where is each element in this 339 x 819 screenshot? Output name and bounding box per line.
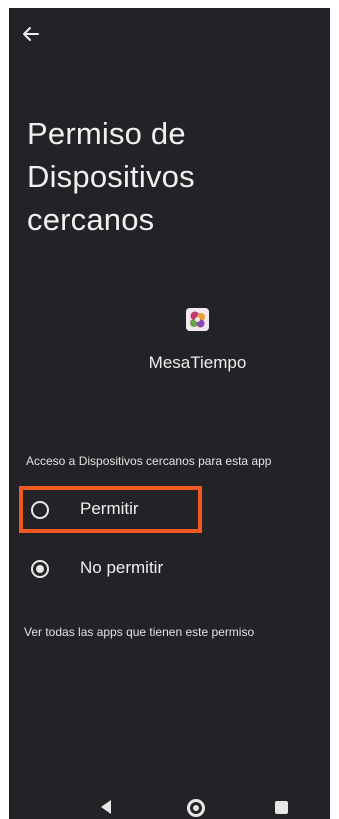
radio-selected-icon[interactable] <box>31 560 49 578</box>
system-navbar <box>9 789 330 819</box>
page-title: Permiso de Dispositivos cercanos <box>27 116 195 237</box>
app-logo-icon <box>186 308 209 331</box>
option-label: Permitir <box>80 499 139 518</box>
option-label: No permitir <box>80 558 164 577</box>
permission-screen: Permiso de Dispositivos cercanos MesaTie… <box>9 8 330 819</box>
app-name: MesaTiempo <box>148 353 247 372</box>
option-allow[interactable]: Permitir <box>23 488 283 532</box>
arrow-back-icon[interactable] <box>19 22 43 46</box>
option-deny[interactable]: No permitir <box>23 547 283 591</box>
see-all-apps-link[interactable]: Ver todas las apps que tienen este permi… <box>24 625 254 639</box>
radio-unselected-icon[interactable] <box>31 501 49 519</box>
section-label: Acceso a Dispositivos cercanos para esta… <box>26 454 272 468</box>
nav-back-icon[interactable] <box>101 800 111 814</box>
nav-home-icon[interactable] <box>187 799 205 817</box>
nav-recents-icon[interactable] <box>275 801 288 814</box>
